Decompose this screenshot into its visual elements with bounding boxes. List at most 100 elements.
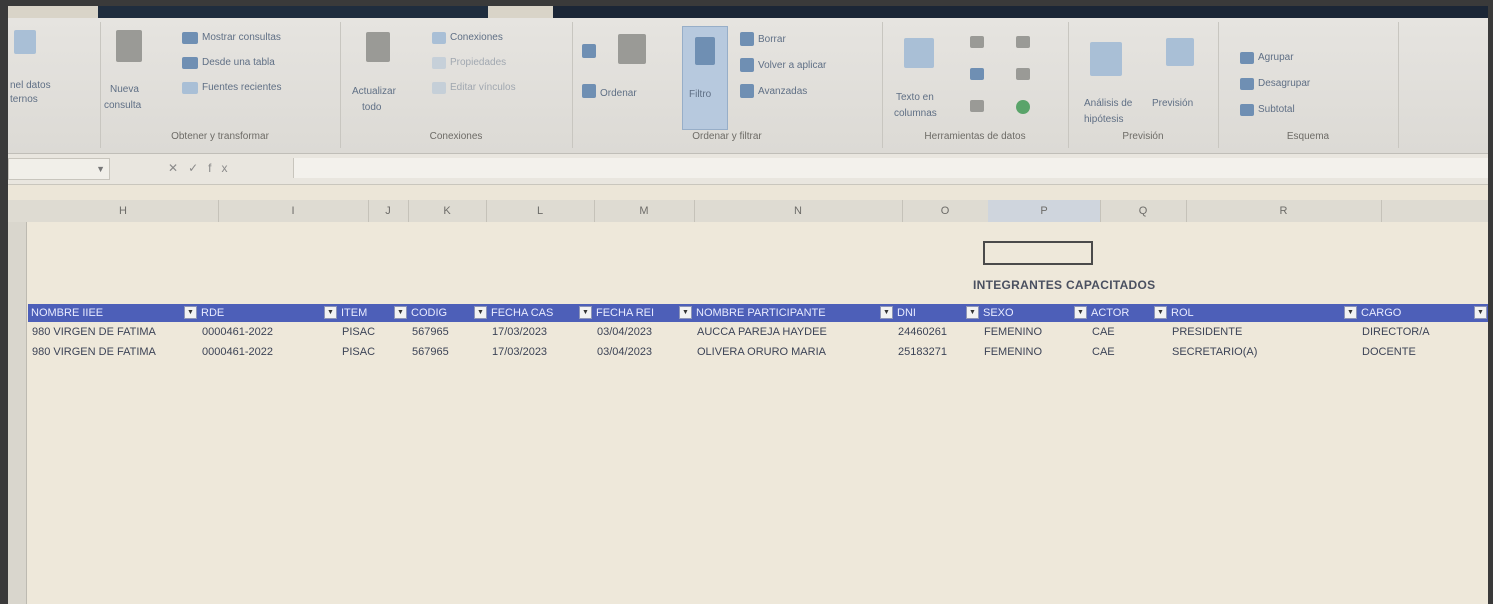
table-cell[interactable]: 24460261 [898,326,947,338]
cancel-icon[interactable]: ✕ [168,161,188,175]
column-header-n[interactable]: N [694,200,903,222]
table-cell[interactable]: PRESIDENTE [1172,326,1242,338]
table-cell[interactable]: 03/04/2023 [597,326,652,338]
advanced-filter-button[interactable]: Avanzadas [758,86,807,97]
table-cell[interactable]: FEMENINO [984,326,1042,338]
flash-fill-icon[interactable] [970,36,984,48]
table-cell[interactable]: 0000461-2022 [202,346,273,358]
table-cell[interactable]: 25183271 [898,346,947,358]
table-cell[interactable]: 980 VIRGEN DE FATIMA [32,326,156,338]
table-cell[interactable]: 567965 [412,346,449,358]
row-header[interactable] [8,394,26,414]
manage-data-model-icon[interactable] [1016,100,1030,114]
table-cell[interactable]: 567965 [412,326,449,338]
filter-dropdown-icon[interactable]: ▼ [324,306,337,319]
row-header[interactable] [8,562,26,582]
filter-dropdown-icon[interactable]: ▼ [1154,306,1167,319]
group-get-data: nel datos ternos [8,22,101,148]
row-header[interactable] [8,370,26,390]
column-header-m[interactable]: M [594,200,695,222]
new-query-button[interactable]: Nueva [110,84,139,95]
active-cell[interactable] [983,241,1093,265]
filter-dropdown-icon[interactable]: ▼ [1074,306,1087,319]
text-to-columns-button[interactable]: Texto en [896,92,934,103]
forecast-sheet-button[interactable]: Previsión [1152,98,1193,109]
row-header[interactable] [8,466,26,486]
table-cell[interactable]: 03/04/2023 [597,346,652,358]
row-header[interactable] [8,514,26,534]
row-header[interactable] [8,586,26,604]
remove-duplicates-icon[interactable] [970,68,984,80]
column-header-q[interactable]: Q [1100,200,1187,222]
what-if-button[interactable]: Análisis de [1084,98,1132,109]
row-header[interactable] [8,442,26,462]
table-cell[interactable]: PISAC [342,326,375,338]
row-header[interactable] [8,322,26,342]
sort-za-icon[interactable] [582,84,596,98]
column-header-o[interactable]: O [902,200,989,222]
recent-sources-button[interactable]: Fuentes recientes [202,82,282,93]
filter-dropdown-icon[interactable]: ▼ [1344,306,1357,319]
filter-dropdown-icon[interactable]: ▼ [184,306,197,319]
name-box[interactable]: ▼ [8,158,110,180]
filter-dropdown-icon[interactable]: ▼ [474,306,487,319]
get-data-button[interactable]: nel datos [10,80,51,91]
column-header-k[interactable]: K [408,200,487,222]
show-queries-button[interactable]: Mostrar consultas [202,32,281,43]
subtotal-button[interactable]: Subtotal [1258,104,1295,115]
filter-dropdown-icon[interactable]: ▼ [880,306,893,319]
row-header[interactable] [8,274,26,294]
column-header-j[interactable]: J [368,200,409,222]
data-validation-icon[interactable] [970,100,984,112]
column-header-i[interactable]: I [218,200,369,222]
table-cell[interactable]: 980 VIRGEN DE FATIMA [32,346,156,358]
table-cell[interactable]: AUCCA PAREJA HAYDEE [697,326,827,338]
group-icon [1240,52,1254,64]
table-cell[interactable]: FEMENINO [984,346,1042,358]
filter-dropdown-icon[interactable]: ▼ [1474,306,1487,319]
column-header-h[interactable]: H [28,200,219,222]
clear-filter-button[interactable]: Borrar [758,34,786,45]
row-header[interactable] [8,346,26,366]
reapply-button[interactable]: Volver a aplicar [758,60,826,71]
properties-button[interactable]: Propiedades [450,57,506,68]
edit-links-button[interactable]: Editar vínculos [450,82,516,93]
consolidate-icon[interactable] [1016,36,1030,48]
table-cell[interactable]: OLIVERA ORURO MARIA [697,346,826,358]
table-cell[interactable]: 17/03/2023 [492,326,547,338]
table-cell[interactable]: DIRECTOR/A [1362,326,1430,338]
filter-dropdown-icon[interactable]: ▼ [966,306,979,319]
group-button[interactable]: Agrupar [1258,52,1294,63]
table-cell[interactable]: CAE [1092,346,1115,358]
filter-dropdown-icon[interactable]: ▼ [679,306,692,319]
confirm-icon[interactable]: ✓ [188,161,208,175]
sort-button[interactable]: Ordenar [600,88,637,99]
row-header[interactable] [8,298,26,318]
relationships-icon[interactable] [1016,68,1030,80]
sort-az-icon[interactable] [582,44,596,58]
table-cell[interactable]: SECRETARIO(A) [1172,346,1257,358]
row-header[interactable] [8,226,26,246]
table-cell[interactable]: 0000461-2022 [202,326,273,338]
table-cell[interactable]: CAE [1092,326,1115,338]
refresh-all-button[interactable]: Actualizar [352,86,396,97]
column-header-p[interactable]: P [988,200,1101,222]
connections-button[interactable]: Conexiones [450,32,503,43]
filter-dropdown-icon[interactable]: ▼ [394,306,407,319]
filter-dropdown-icon[interactable]: ▼ [579,306,592,319]
column-header-r[interactable]: R [1186,200,1382,222]
fx-icon[interactable]: fx [208,161,237,175]
row-header[interactable] [8,538,26,558]
row-header[interactable] [8,418,26,438]
table-cell[interactable]: PISAC [342,346,375,358]
from-table-button[interactable]: Desde una tabla [202,57,275,68]
formula-input[interactable] [293,158,1488,178]
filter-button[interactable]: Filtro [682,26,728,130]
table-cell[interactable]: 17/03/2023 [492,346,547,358]
sheet-grid[interactable] [27,222,1488,604]
row-header[interactable] [8,250,26,270]
ungroup-button[interactable]: Desagrupar [1258,78,1310,89]
table-cell[interactable]: DOCENTE [1362,346,1416,358]
row-header[interactable] [8,490,26,510]
column-header-l[interactable]: L [486,200,595,222]
